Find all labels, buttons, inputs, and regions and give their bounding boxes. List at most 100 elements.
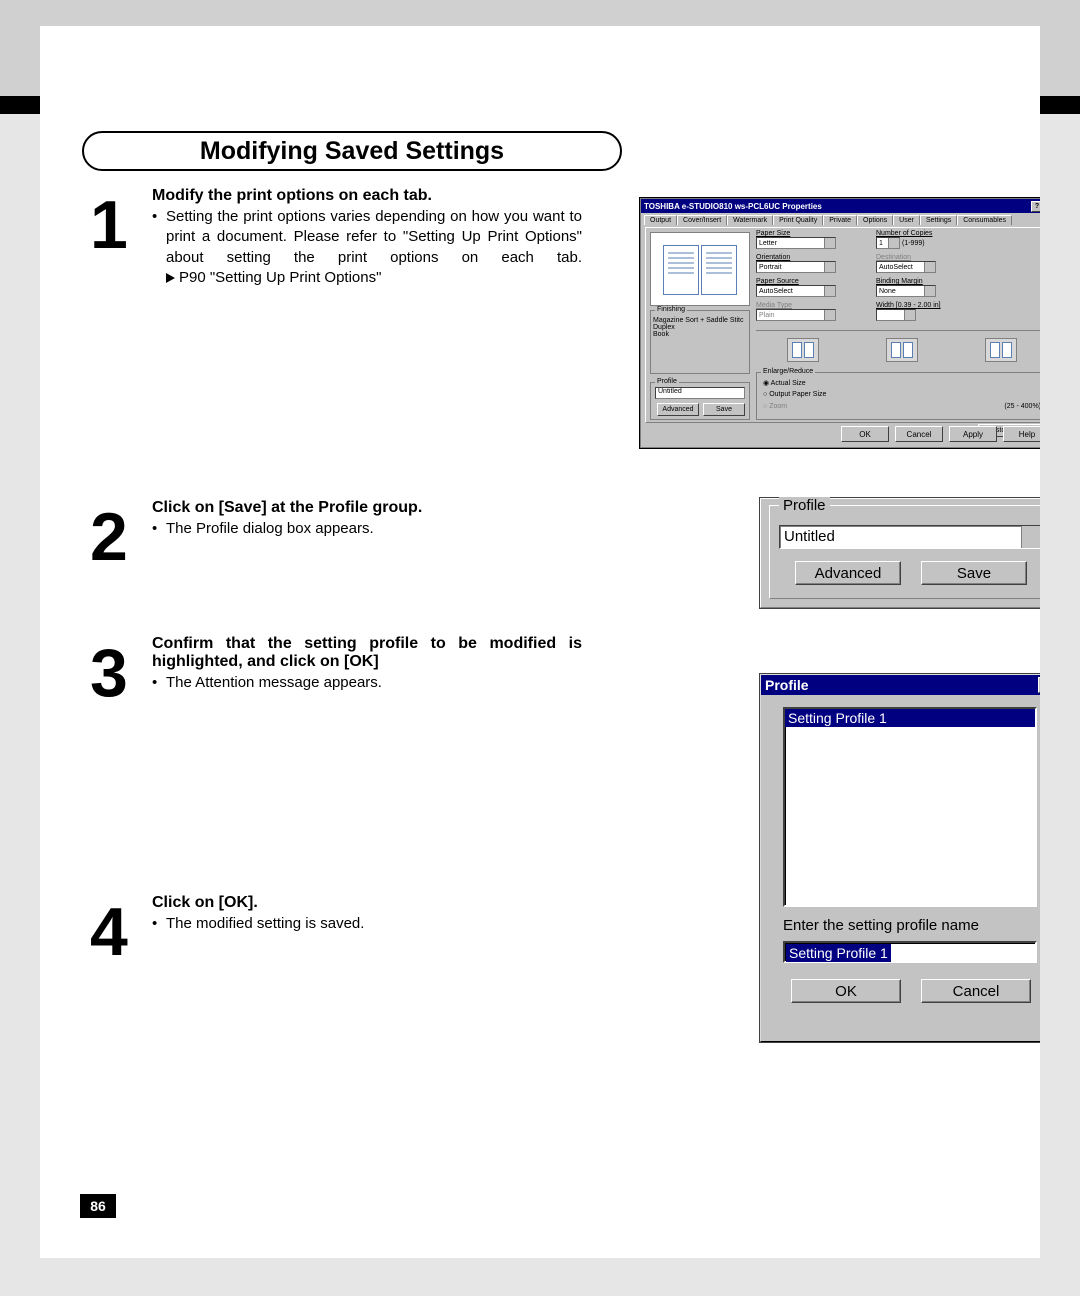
bullet-dot: •	[152, 673, 166, 693]
enlarge-legend: Enlarge/Reduce	[761, 368, 815, 375]
help-icon[interactable]: ?	[1031, 201, 1040, 212]
properties-dialog: TOSHIBA e-STUDIO810 ws-PCL6UC Properties…	[640, 198, 1040, 448]
step-4-body: Click on [OK]. • The modified setting is…	[152, 894, 582, 934]
step-1-text: Setting the print options varies dependi…	[166, 207, 582, 289]
step-2-text: The Profile dialog box appears.	[166, 519, 374, 539]
step-4-title: Click on [OK].	[152, 894, 582, 912]
profile-listbox[interactable]: Setting Profile 1	[783, 707, 1037, 907]
chevron-down-icon	[1026, 533, 1036, 539]
advanced-button[interactable]: Advanced	[795, 561, 901, 585]
profile-name-value: Setting Profile 1	[786, 944, 891, 962]
step-1-body: Modify the print options on each tab. • …	[152, 187, 582, 289]
mini-profile-legend: Profile	[655, 378, 679, 385]
ok-button[interactable]: OK	[841, 426, 889, 442]
radio-zoom[interactable]: Zoom	[769, 403, 787, 410]
tab-consumables[interactable]: Consumables	[957, 215, 1012, 225]
dropdown-orientation[interactable]: Portrait	[756, 261, 836, 273]
layout-icon-3[interactable]	[985, 338, 1017, 362]
save-button[interactable]: Save	[921, 561, 1027, 585]
tab-output[interactable]: Output	[644, 215, 677, 225]
bullet-dot: •	[152, 207, 166, 289]
finishing-legend: Finishing	[655, 306, 687, 313]
step-1-number: 1	[90, 187, 152, 259]
profile-list-item-selected[interactable]: Setting Profile 1	[785, 709, 1035, 727]
profile-prompt: Enter the setting profile name	[783, 917, 979, 934]
finishing-group: Finishing Magazine Sort + Saddle Stitc D…	[650, 310, 750, 374]
dropdown-paper-size[interactable]: Letter	[756, 237, 836, 249]
dropdown-binding[interactable]: None	[876, 285, 936, 297]
profile-dropdown[interactable]: Untitled	[779, 525, 1040, 549]
dropdown-paper-source[interactable]: AutoSelect	[756, 285, 836, 297]
apply-button[interactable]: Apply	[949, 426, 997, 442]
label-binding: Binding Margin	[876, 278, 946, 285]
radio-output-paper[interactable]: Output Paper Size	[769, 391, 826, 398]
section-title: Modifying Saved Settings	[200, 137, 504, 166]
mini-save-button[interactable]: Save	[703, 403, 745, 416]
label-copies: Number of Copies	[876, 230, 946, 237]
copies-range: (1-999)	[902, 240, 925, 247]
cancel-button[interactable]: Cancel	[895, 426, 943, 442]
step-2-body: Click on [Save] at the Profile group. • …	[152, 499, 582, 539]
mini-advanced-button[interactable]: Advanced	[657, 403, 699, 416]
profile-name-input[interactable]: Setting Profile 1	[783, 941, 1037, 963]
step-2-bullet: • The Profile dialog box appears.	[152, 519, 582, 539]
input-width[interactable]	[876, 309, 916, 321]
finishing-item-2[interactable]: Duplex	[653, 324, 747, 331]
input-copies[interactable]: 1	[876, 237, 900, 249]
step-3-text: The Attention message appears.	[166, 673, 382, 693]
properties-tabs: Output Cover/Insert Watermark Print Qual…	[641, 213, 1040, 225]
step-4-text: The modified setting is saved.	[166, 914, 364, 934]
enlarge-reduce-group: Enlarge/Reduce ◉ Actual Size ○ Output Pa…	[756, 372, 1040, 420]
label-media-type: Media Type	[756, 302, 816, 309]
properties-titlebar[interactable]: TOSHIBA e-STUDIO810 ws-PCL6UC Properties…	[641, 199, 1040, 213]
tab-user[interactable]: User	[893, 215, 920, 225]
properties-footer-buttons: OK Cancel Apply Help	[841, 426, 1040, 442]
help-button[interactable]: Help	[1003, 426, 1040, 442]
profile-groupbox: Profile Untitled Advanced Save	[760, 498, 1040, 608]
label-width: Width [0.39 - 2.00 in]	[876, 302, 956, 309]
book-page-left	[663, 245, 699, 295]
label-destination: Destination	[876, 254, 946, 261]
tab-settings[interactable]: Settings	[920, 215, 957, 225]
profile-dialog-title: Profile	[765, 677, 809, 693]
step-1-bullet: • Setting the print options varies depen…	[152, 207, 582, 289]
page-canvas: Modifying Saved Settings 1 Modify the pr…	[40, 26, 1040, 1258]
section-header: Modifying Saved Settings	[82, 131, 622, 171]
tab-cover[interactable]: Cover/Insert	[677, 215, 727, 225]
tab-watermark[interactable]: Watermark	[727, 215, 773, 225]
step-2-number: 2	[90, 499, 152, 571]
step-4-number: 4	[90, 894, 152, 966]
finishing-item-3[interactable]: Book	[653, 331, 747, 338]
step-3-number: 3	[90, 635, 152, 707]
properties-body: Paper Size Letter Orientation Portrait P…	[645, 227, 1040, 423]
radio-actual-size[interactable]: Actual Size	[771, 380, 806, 387]
profile-dialog: Profile × Setting Profile 1 Enter the se…	[760, 674, 1040, 1042]
label-orientation: Orientation	[756, 254, 816, 261]
tab-printquality[interactable]: Print Quality	[773, 215, 823, 225]
bullet-dot: •	[152, 519, 166, 539]
step-1-ref: P90 "Setting Up Print Options"	[166, 268, 381, 288]
profile-dialog-titlebar[interactable]: Profile ×	[761, 675, 1040, 695]
layout-icons	[756, 330, 1040, 364]
layout-icon-2[interactable]	[886, 338, 918, 362]
step-4-bullet: • The modified setting is saved.	[152, 914, 582, 934]
ok-button[interactable]: OK	[791, 979, 901, 1003]
dropdown-media-type[interactable]: Plain	[756, 309, 836, 321]
tab-private[interactable]: Private	[823, 215, 857, 225]
layout-icon-1[interactable]	[787, 338, 819, 362]
page-number: 86	[80, 1194, 116, 1218]
step-2-title: Click on [Save] at the Profile group.	[152, 499, 582, 517]
label-paper-size: Paper Size	[756, 230, 816, 237]
mini-profile-group: Profile Untitled Advanced Save	[650, 382, 750, 420]
dropdown-destination[interactable]: AutoSelect	[876, 261, 936, 273]
profile-legend: Profile	[779, 497, 830, 514]
bullet-dot: •	[152, 914, 166, 934]
cancel-button[interactable]: Cancel	[921, 979, 1031, 1003]
close-icon[interactable]: ×	[1038, 677, 1040, 693]
mini-profile-dropdown[interactable]: Untitled	[655, 387, 745, 399]
step-1-title: Modify the print options on each tab.	[152, 187, 582, 205]
tab-options[interactable]: Options	[857, 215, 893, 225]
step-3-body: Confirm that the setting profile to be m…	[152, 635, 582, 693]
step-3-title: Confirm that the setting profile to be m…	[152, 635, 582, 671]
finishing-item-1[interactable]: Magazine Sort + Saddle Stitc	[653, 317, 747, 324]
